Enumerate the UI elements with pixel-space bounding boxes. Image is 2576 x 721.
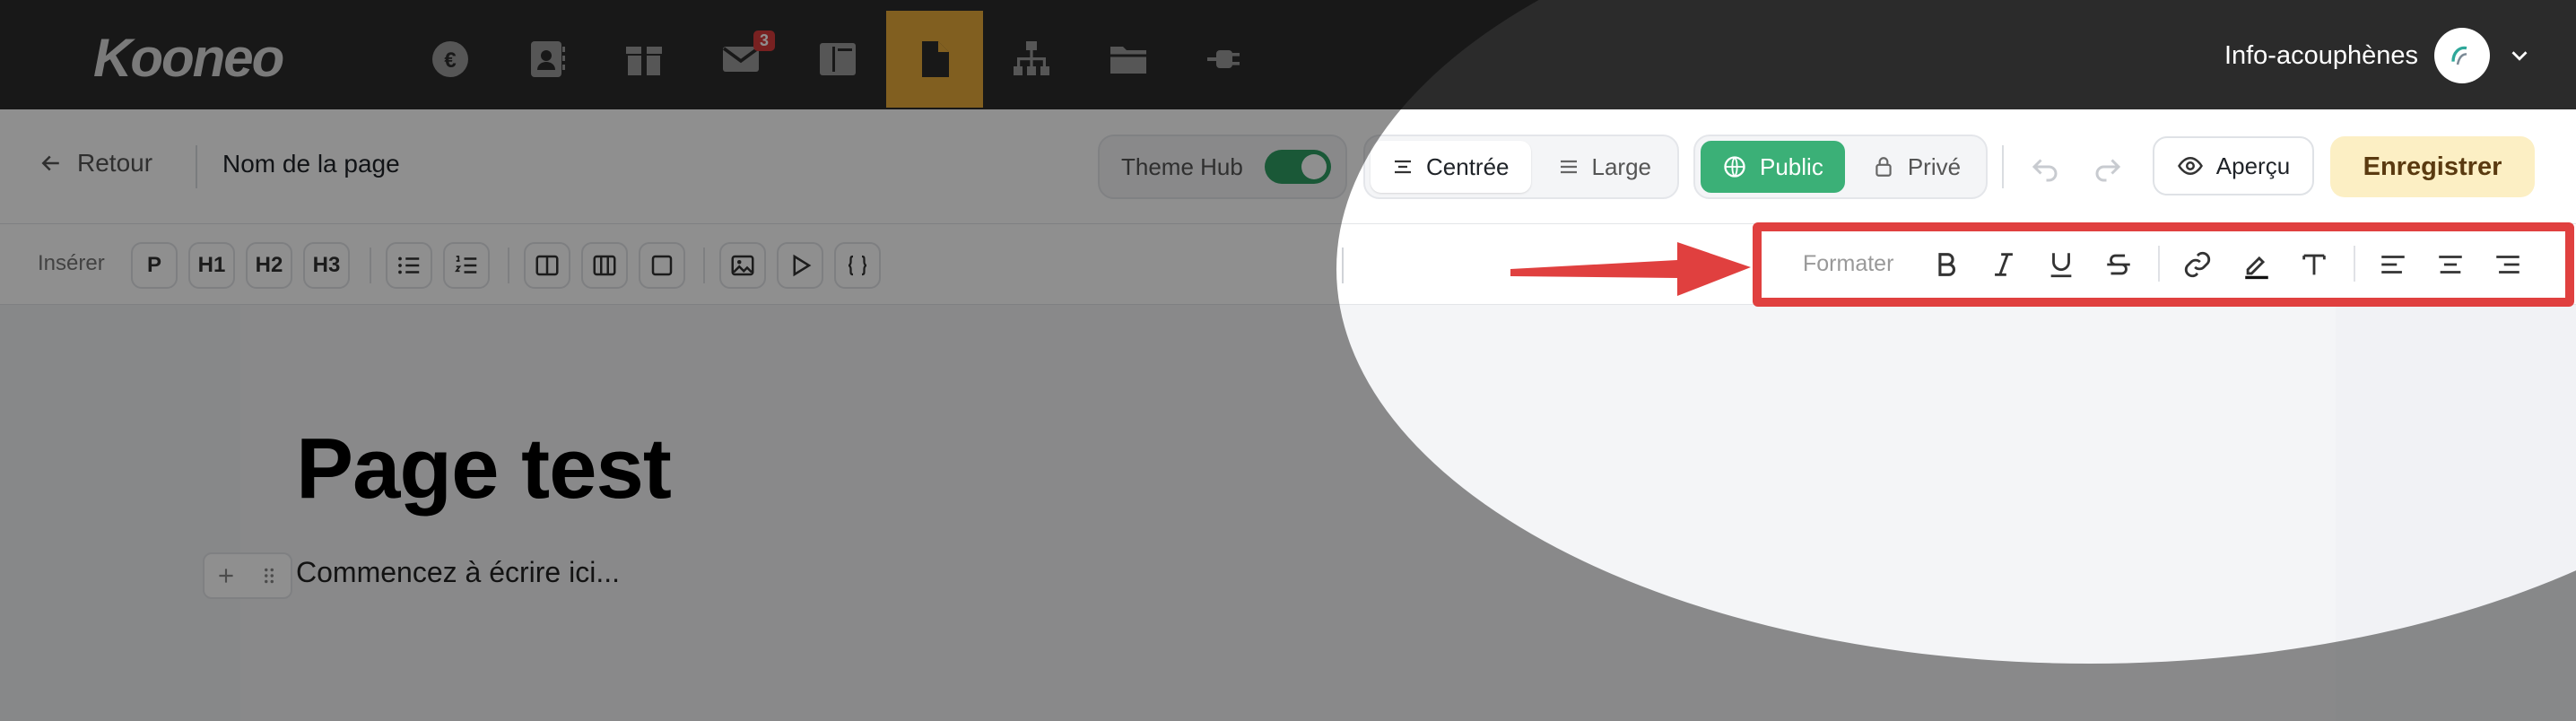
two-columns-icon: [535, 255, 559, 276]
numbered-list-button[interactable]: [443, 242, 490, 289]
theme-hub-toggle[interactable]: [1264, 150, 1331, 184]
layout-centered-option[interactable]: Centrée: [1371, 141, 1531, 193]
insert-h1-button[interactable]: H1: [188, 242, 235, 289]
preview-label: Aperçu: [2215, 152, 2291, 179]
insert-video-button[interactable]: [777, 242, 823, 289]
globe-icon: [1724, 156, 1745, 178]
svg-text:€: €: [444, 48, 456, 73]
mail-badge: 3: [753, 30, 775, 51]
insert-image-button[interactable]: [719, 242, 766, 289]
toolbar-separator: [508, 248, 509, 283]
play-icon: [793, 254, 812, 277]
insert-h2-button[interactable]: H2: [246, 242, 292, 289]
folder-icon[interactable]: [1080, 11, 1177, 108]
chevron-down-icon[interactable]: [2506, 42, 2533, 69]
three-columns-icon: [593, 255, 616, 276]
contacts-icon[interactable]: [499, 11, 596, 108]
layout-wide-option[interactable]: Large: [1536, 141, 1674, 193]
three-columns-button[interactable]: [581, 242, 628, 289]
toolbar-separator: [703, 248, 705, 283]
visibility-public-option[interactable]: Public: [1701, 141, 1845, 193]
bullet-list-button[interactable]: [386, 242, 432, 289]
align-center-icon: [1395, 160, 1411, 174]
menu-lines-icon: [1560, 160, 1577, 174]
drag-handle-icon[interactable]: [257, 564, 281, 587]
account-name: Info-acouphènes: [2224, 40, 2418, 70]
save-button[interactable]: Enregistrer: [2330, 136, 2535, 197]
numbered-list-icon: [455, 256, 477, 274]
page-header: Retour Nom de la page Theme Hub Centrée …: [0, 109, 2576, 224]
sitemap-icon[interactable]: [983, 11, 1080, 108]
theme-hub-switch[interactable]: Theme Hub: [1098, 135, 1347, 199]
layout-icon[interactable]: [789, 11, 886, 108]
eye-icon: [2177, 156, 2203, 176]
insert-paragraph-button[interactable]: P: [131, 242, 178, 289]
lock-icon: [1875, 157, 1892, 177]
block-handle[interactable]: [203, 552, 292, 599]
editor-placeholder[interactable]: Commencez à écrire ici...: [296, 556, 620, 589]
insert-h3-button[interactable]: H3: [303, 242, 350, 289]
toolbar-separator: [370, 248, 371, 283]
visibility-option-label: Privé: [1907, 152, 1962, 180]
theme-hub-label: Theme Hub: [1121, 152, 1243, 180]
account-menu[interactable]: Info-acouphènes: [2224, 27, 2533, 84]
toolbar-separator: [1342, 248, 1344, 283]
page-name[interactable]: Nom de la page: [222, 150, 400, 178]
plus-icon[interactable]: [214, 564, 238, 587]
preview-button[interactable]: Aperçu: [2153, 136, 2314, 195]
layout-option-label: Centrée: [1426, 152, 1510, 180]
square-icon: [651, 255, 673, 276]
avatar[interactable]: [2434, 28, 2490, 83]
single-block-button[interactable]: [639, 242, 685, 289]
insert-code-button[interactable]: [834, 242, 881, 289]
image-icon: [731, 255, 754, 276]
annotation-highlight-box: [1753, 222, 2574, 307]
code-braces-icon: [848, 255, 867, 276]
divider: [196, 145, 197, 188]
page-icon[interactable]: [886, 11, 983, 108]
plug-icon[interactable]: [1177, 11, 1274, 108]
euro-icon[interactable]: €: [402, 11, 499, 108]
insert-label: Insérer: [38, 251, 105, 275]
two-columns-button[interactable]: [524, 242, 570, 289]
visibility-private-option[interactable]: Privé: [1850, 141, 1982, 193]
visibility-selector: Public Privé: [1693, 135, 1988, 199]
top-navigation-bar: Kooneo € 3 Info-acouphènes: [0, 0, 2576, 109]
back-button[interactable]: Retour: [38, 149, 152, 178]
annotation-arrow-icon: [1510, 242, 1751, 296]
page-title[interactable]: Page test: [296, 420, 672, 518]
bullet-list-icon: [398, 256, 420, 274]
divider: [2002, 145, 2004, 188]
back-label: Retour: [77, 149, 153, 177]
box-icon[interactable]: [596, 11, 692, 108]
layout-selector: Centrée Large: [1363, 135, 1679, 199]
undo-icon[interactable]: [2029, 151, 2061, 183]
redo-icon[interactable]: [2092, 151, 2124, 183]
kooneo-logo[interactable]: Kooneo: [93, 27, 284, 89]
arrow-left-icon: [41, 155, 59, 171]
visibility-option-label: Public: [1760, 152, 1823, 180]
mail-icon[interactable]: 3: [692, 11, 789, 108]
layout-option-label: Large: [1591, 152, 1652, 180]
